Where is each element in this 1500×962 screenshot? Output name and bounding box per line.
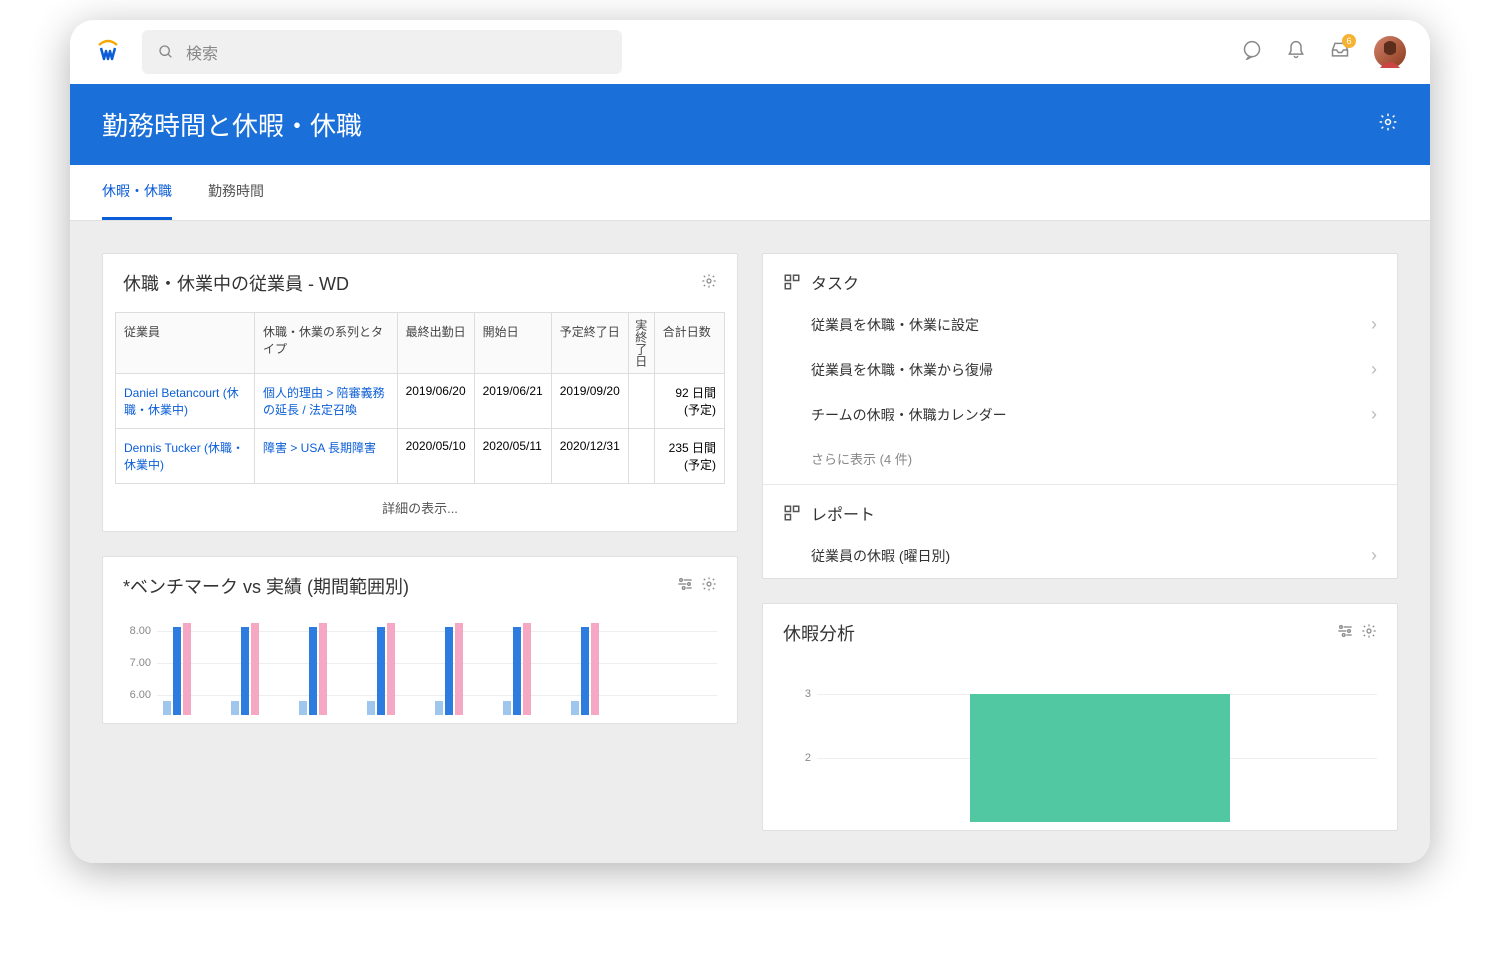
col-lastday: 最終出勤日 <box>397 313 474 374</box>
col-planned-end: 予定終了日 <box>551 313 628 374</box>
col-actual-end: 実終了日 <box>628 313 654 374</box>
analysis-bar <box>970 694 1230 822</box>
chevron-right-icon: › <box>1371 314 1377 335</box>
leave-type-link[interactable]: 障害 > USA 長期障害 <box>263 441 376 455</box>
page-title: 勤務時間と休暇・休職 <box>102 106 362 143</box>
benchmark-title: *ベンチマーク vs 実績 (期間範囲別) <box>123 573 409 599</box>
cell-actual-end <box>628 429 654 484</box>
chevron-right-icon: › <box>1371 545 1377 566</box>
search-placeholder: 検索 <box>186 40 218 64</box>
cell-start: 2019/06/21 <box>474 374 551 429</box>
benchmark-chart: 8.00 7.00 6.00 <box>103 615 737 723</box>
employee-link[interactable]: Dennis Tucker (休職・休業中) <box>124 441 244 472</box>
bell-icon[interactable] <box>1286 40 1306 65</box>
card-settings-button[interactable] <box>701 273 717 294</box>
card-settings-button[interactable] <box>1361 623 1377 644</box>
cell-total: 235 日間 (予定) <box>654 429 724 484</box>
cell-planned-end: 2020/12/31 <box>551 429 628 484</box>
cell-actual-end <box>628 374 654 429</box>
task-team-calendar[interactable]: チームの休暇・休職カレンダー› <box>763 392 1397 437</box>
cell-total: 92 日間 (予定) <box>654 374 724 429</box>
filter-icon[interactable] <box>1337 623 1353 644</box>
workday-logo[interactable] <box>94 38 122 66</box>
reports-heading: レポート <box>811 501 875 525</box>
task-return-leave[interactable]: 従業員を休職・休業から復帰› <box>763 347 1397 392</box>
tab-leave[interactable]: 休暇・休職 <box>102 165 172 220</box>
filter-icon[interactable] <box>677 576 693 597</box>
tab-bar: 休暇・休職 勤務時間 <box>70 165 1430 221</box>
chevron-right-icon: › <box>1371 359 1377 380</box>
topbar: 検索 6 <box>70 20 1430 84</box>
tab-worktime[interactable]: 勤務時間 <box>208 165 264 220</box>
employee-link[interactable]: Daniel Betancourt (休職・休業中) <box>124 386 239 417</box>
cell-start: 2020/05/11 <box>474 429 551 484</box>
cell-planned-end: 2019/09/20 <box>551 374 628 429</box>
search-input[interactable]: 検索 <box>142 30 622 74</box>
chevron-right-icon: › <box>1371 404 1377 425</box>
cell-lastday: 2019/06/20 <box>397 374 474 429</box>
col-start: 開始日 <box>474 313 551 374</box>
cell-lastday: 2020/05/10 <box>397 429 474 484</box>
search-icon <box>158 44 174 60</box>
leave-type-link[interactable]: 個人的理由 > 陪審義務の延長 / 法定召喚 <box>263 386 385 417</box>
table-row: Daniel Betancourt (休職・休業中) 個人的理由 > 陪審義務の… <box>116 374 725 429</box>
apps-icon <box>783 273 801 291</box>
inbox-badge: 6 <box>1342 34 1356 48</box>
col-employee: 従業員 <box>116 313 255 374</box>
tasks-reports-card: タスク 従業員を休職・休業に設定› 従業員を休職・休業から復帰› チームの休暇・… <box>762 253 1398 579</box>
tasks-show-more[interactable]: さらに表示 (4 件) <box>763 437 1397 484</box>
ytick: 2 <box>783 752 817 764</box>
employees-table: 従業員 休職・休業の系列とタイプ 最終出勤日 開始日 予定終了日 実終了日 合計… <box>115 312 725 484</box>
benchmark-card: *ベンチマーク vs 実績 (期間範囲別) 8.00 7.00 6.00 <box>102 556 738 724</box>
task-set-leave[interactable]: 従業員を休職・休業に設定› <box>763 302 1397 347</box>
apps-icon <box>783 504 801 522</box>
settings-button[interactable] <box>1378 112 1398 137</box>
ytick: 8.00 <box>123 625 157 637</box>
report-leave-by-day[interactable]: 従業員の休暇 (曜日別)› <box>763 533 1397 578</box>
tasks-heading: タスク <box>811 270 859 294</box>
analysis-chart: 3 2 <box>763 662 1397 830</box>
view-more-link[interactable]: 詳細の表示... <box>103 484 737 531</box>
ytick: 7.00 <box>123 657 157 669</box>
chat-icon[interactable] <box>1242 40 1262 65</box>
ytick: 6.00 <box>123 689 157 701</box>
col-type: 休職・休業の系列とタイプ <box>254 313 397 374</box>
col-total: 合計日数 <box>654 313 724 374</box>
card-settings-button[interactable] <box>701 576 717 597</box>
employees-card-title: 休職・休業中の従業員 - WD <box>123 270 349 296</box>
ytick: 3 <box>783 688 817 700</box>
table-row: Dennis Tucker (休職・休業中) 障害 > USA 長期障害 202… <box>116 429 725 484</box>
page-header: 勤務時間と休暇・休職 <box>70 84 1430 165</box>
avatar[interactable] <box>1374 36 1406 68</box>
inbox-icon[interactable]: 6 <box>1330 40 1350 65</box>
analysis-card: 休暇分析 3 2 <box>762 603 1398 831</box>
employees-on-leave-card: 休職・休業中の従業員 - WD 従業員 休職・休業の系列とタイプ 最終出勤日 開… <box>102 253 738 532</box>
analysis-title: 休暇分析 <box>783 620 855 646</box>
